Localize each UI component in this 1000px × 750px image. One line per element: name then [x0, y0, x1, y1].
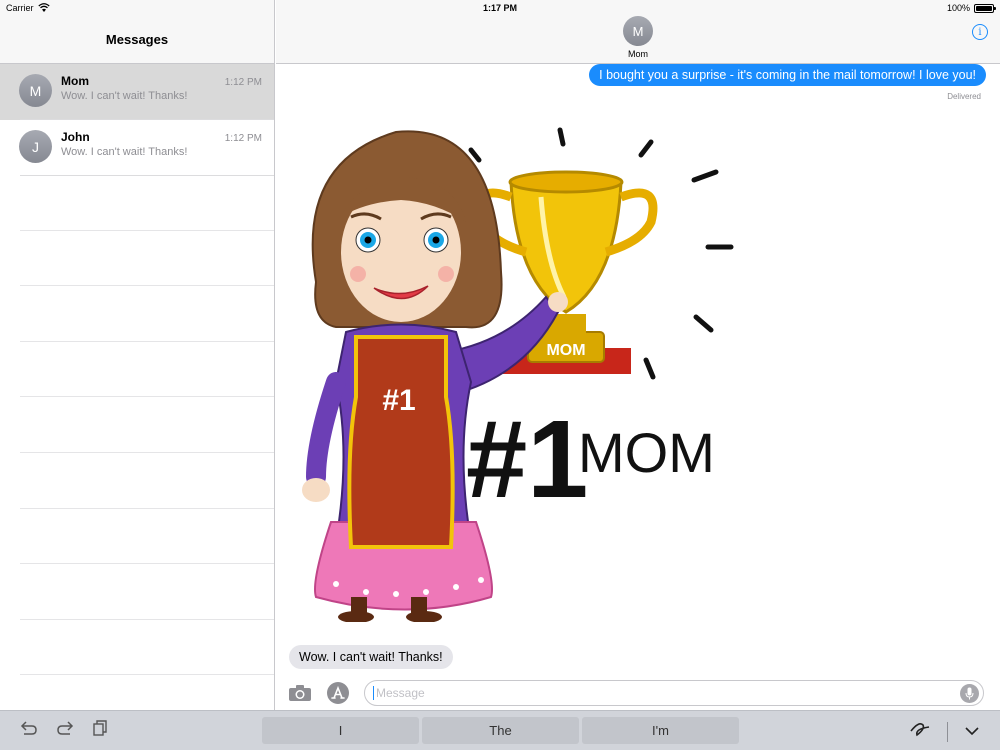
- outgoing-message-bubble[interactable]: I bought you a surprise - it's coming in…: [589, 64, 986, 86]
- conversation-row-mom[interactable]: M Mom 1:12 PM Wow. I can't wait! Thanks!: [0, 64, 274, 120]
- app-store-icon[interactable]: [324, 681, 352, 705]
- conversation-name: Mom: [61, 74, 89, 88]
- battery-label: 100%: [946, 3, 970, 13]
- conversation-preview: Wow. I can't wait! Thanks!: [61, 90, 188, 102]
- status-bar: Carrier 1:17 PM 100%: [0, 0, 1000, 16]
- suggestion-3[interactable]: I'm: [582, 717, 739, 744]
- delivery-status: Delivered: [947, 92, 981, 101]
- suggestion-1[interactable]: I: [262, 717, 419, 744]
- carrier-label: Carrier: [6, 3, 34, 13]
- incoming-message-bubble[interactable]: Wow. I can't wait! Thanks!: [289, 645, 453, 669]
- chevron-down-icon[interactable]: [964, 723, 980, 741]
- conversation-time: 1:12 PM: [224, 133, 262, 144]
- divider: [947, 721, 948, 742]
- predictive-suggestions: I The I'm: [262, 717, 739, 744]
- sticker-mom-text: MOM: [578, 421, 715, 484]
- svg-text:#1: #1: [382, 384, 415, 417]
- contact-name: Mom: [628, 49, 648, 59]
- conversation-sidebar: Messages M Mom 1:12 PM Wow. I can't wait…: [0, 0, 275, 710]
- contact-avatar: M: [623, 16, 653, 46]
- suggestion-2[interactable]: The: [422, 717, 579, 744]
- message-input-bar: Message: [276, 676, 1000, 710]
- message-thread: I bought you a surprise - it's coming in…: [276, 64, 1000, 676]
- handwriting-icon[interactable]: [909, 721, 931, 742]
- camera-icon[interactable]: [286, 681, 314, 705]
- avatar: M: [19, 74, 52, 107]
- redo-icon[interactable]: [56, 720, 74, 741]
- info-icon[interactable]: i: [972, 24, 988, 40]
- undo-icon[interactable]: [20, 720, 38, 741]
- conversation-name: John: [61, 130, 90, 144]
- message-input[interactable]: Message: [364, 680, 984, 706]
- avatar: J: [19, 130, 52, 163]
- keyboard-shortcut-bar: I The I'm: [0, 710, 1000, 750]
- conversation-list: M Mom 1:12 PM Wow. I can't wait! Thanks!…: [0, 64, 274, 176]
- conversation-preview: Wow. I can't wait! Thanks!: [61, 146, 188, 158]
- status-time: 1:17 PM: [482, 3, 517, 13]
- conversation-time: 1:12 PM: [224, 77, 262, 88]
- mic-icon[interactable]: [960, 684, 979, 703]
- empty-row-separators: [20, 175, 274, 676]
- sidebar-title: Messages: [105, 32, 169, 47]
- number-one-mom-sticker[interactable]: MOM #1 #1 MOM: [296, 122, 736, 627]
- conversation-row-john[interactable]: J John 1:12 PM Wow. I can't wait! Thanks…: [0, 120, 274, 176]
- svg-text:MOM: MOM: [546, 342, 585, 359]
- paste-icon[interactable]: [92, 720, 108, 741]
- sticker-number-text: #1: [466, 398, 588, 521]
- message-placeholder: Message: [376, 686, 425, 700]
- chat-contact[interactable]: M Mom: [276, 16, 1000, 59]
- wifi-icon: [37, 2, 50, 14]
- battery-icon: [974, 3, 996, 13]
